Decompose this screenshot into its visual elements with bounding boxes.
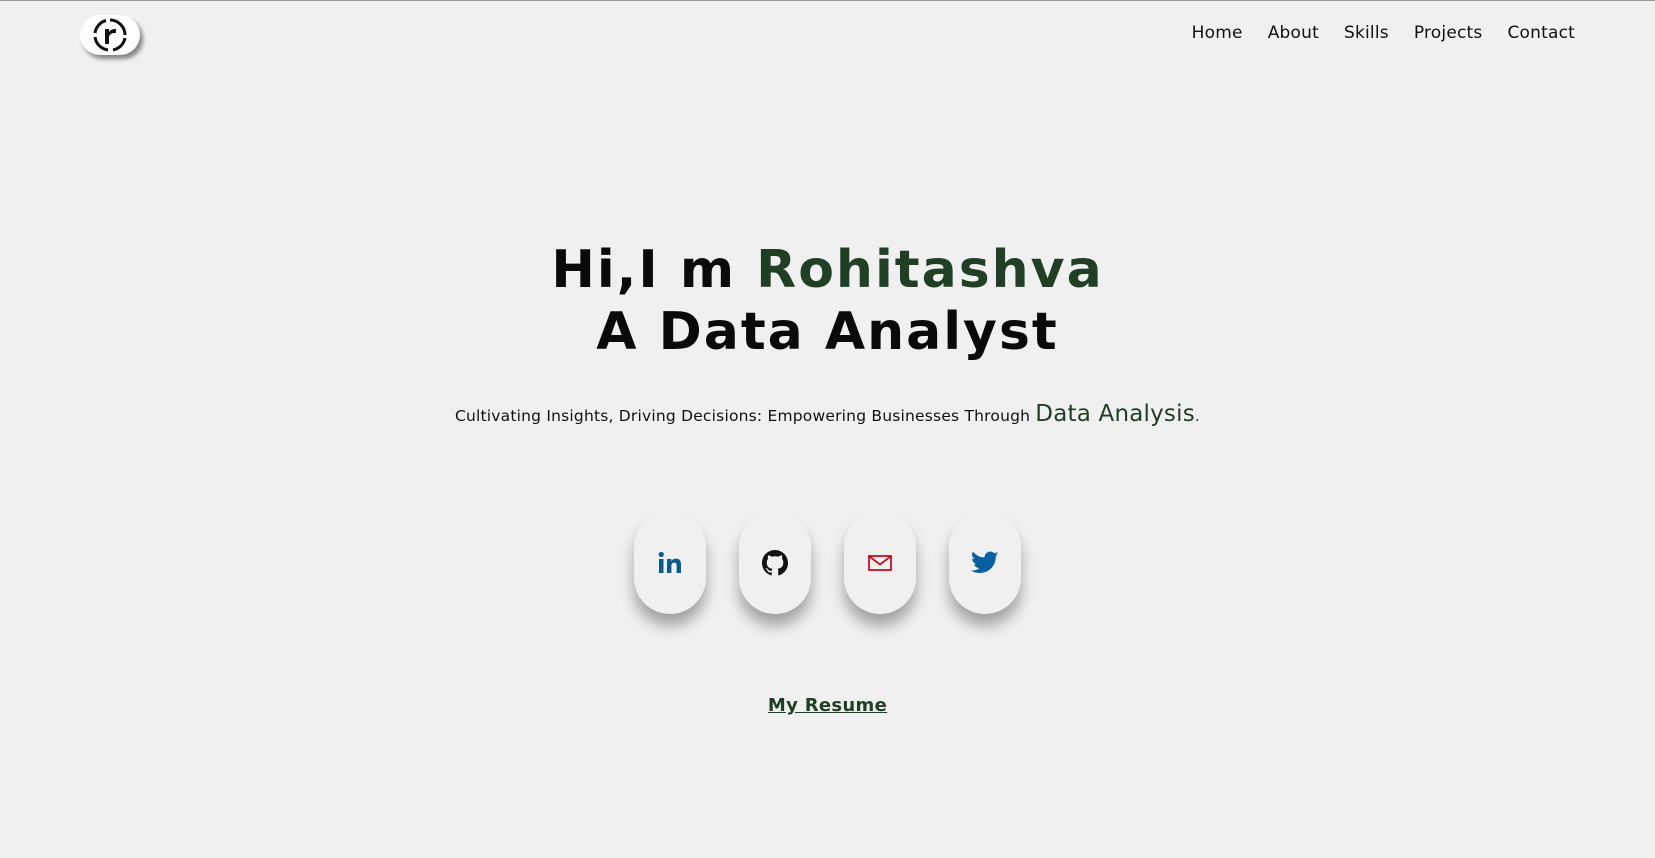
hero-tagline: Cultivating Insights, Driving Decisions:… bbox=[0, 401, 1655, 427]
page: Home About Skills Projects Contact Hi,I … bbox=[0, 0, 1655, 858]
twitter-icon bbox=[971, 551, 999, 573]
logo[interactable] bbox=[80, 15, 140, 55]
nav-skills[interactable]: Skills bbox=[1344, 23, 1389, 43]
tagline-suffix: . bbox=[1194, 407, 1201, 425]
hero-role: A Data Analyst bbox=[596, 302, 1059, 362]
hero-name: Rohitashva bbox=[756, 240, 1104, 300]
linkedin-icon bbox=[658, 551, 681, 573]
social-links bbox=[0, 511, 1655, 614]
email-button[interactable] bbox=[844, 511, 916, 614]
twitter-button[interactable] bbox=[949, 511, 1021, 614]
nav-home[interactable]: Home bbox=[1192, 23, 1243, 43]
github-icon bbox=[762, 549, 788, 575]
main-nav: Home About Skills Projects Contact bbox=[1192, 23, 1575, 43]
nav-projects[interactable]: Projects bbox=[1414, 23, 1483, 43]
tagline-prefix: Cultivating Insights, Driving Decisions:… bbox=[454, 407, 1036, 425]
greeting-text: Hi,I m bbox=[551, 240, 757, 300]
hero: Hi,I m Rohitashva A Data Analyst Cultiva… bbox=[0, 239, 1655, 427]
tagline-highlight: Data Analysis bbox=[1035, 401, 1195, 427]
nav-contact[interactable]: Contact bbox=[1507, 23, 1575, 43]
r-logo-icon bbox=[93, 18, 127, 52]
linkedin-button[interactable] bbox=[634, 511, 706, 614]
mail-icon bbox=[868, 554, 892, 571]
github-button[interactable] bbox=[739, 511, 811, 614]
resume-section: My Resume bbox=[0, 695, 1655, 716]
hero-headline: Hi,I m Rohitashva A Data Analyst bbox=[0, 239, 1655, 363]
nav-about[interactable]: About bbox=[1268, 23, 1319, 43]
resume-link[interactable]: My Resume bbox=[768, 695, 887, 716]
